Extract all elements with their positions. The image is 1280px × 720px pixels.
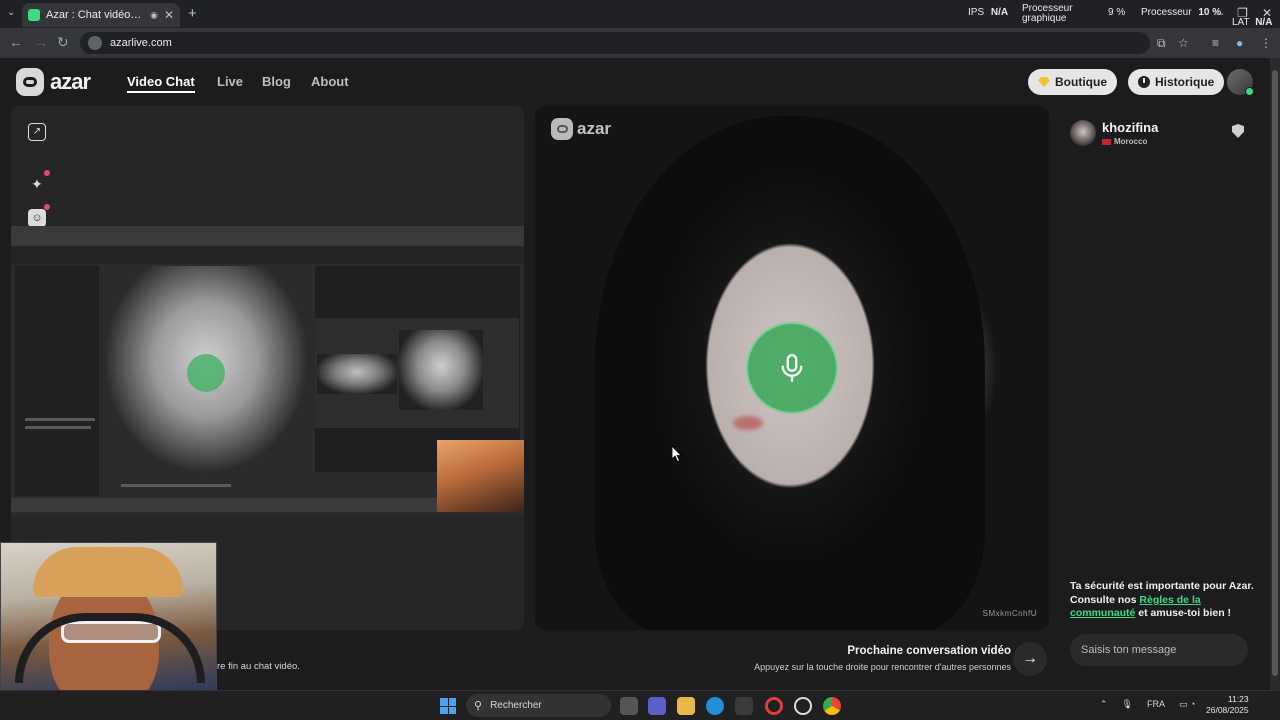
input-language[interactable]: FRA xyxy=(1147,699,1165,710)
opera-icon[interactable] xyxy=(765,697,783,715)
windows-start-icon[interactable] xyxy=(440,698,456,714)
stat-gpu-value: 9 % xyxy=(1108,7,1126,18)
remote-video: azar SMxkmCnhfU xyxy=(535,106,1049,630)
tab-title: Azar : Chat vidéo avec de n xyxy=(46,9,145,21)
clock-icon xyxy=(1138,76,1150,88)
microphone-icon xyxy=(746,322,838,414)
report-shield-icon[interactable] xyxy=(1232,124,1244,138)
nav-live[interactable]: Live xyxy=(217,74,243,89)
sticker-icon[interactable]: ☺ xyxy=(28,209,46,227)
webcam-cap xyxy=(33,547,183,597)
address-bar[interactable]: azarlive.com xyxy=(80,32,1150,54)
partner-name[interactable]: khozifina xyxy=(1102,120,1158,135)
window-controls: – ❐ ✕ xyxy=(1216,6,1272,20)
sticker-notification-dot xyxy=(44,204,50,210)
remote-video-detail xyxy=(733,416,763,430)
close-window-icon[interactable]: ✕ xyxy=(1262,6,1272,20)
gem-icon xyxy=(1038,77,1050,87)
end-chat-hint: re fin au chat vidéo. xyxy=(217,661,300,672)
taskbar-search[interactable]: ⚲ Rechercher xyxy=(466,694,611,717)
page-scrollbar[interactable] xyxy=(1270,58,1280,690)
search-icon: ⚲ xyxy=(474,700,483,712)
mini-text-line xyxy=(25,426,91,429)
mini-mic-icon xyxy=(187,354,225,392)
azar-favicon-icon xyxy=(28,9,40,21)
forward-arrow-icon[interactable]: → xyxy=(34,34,48,50)
effects-sparkle-icon[interactable]: ✦ xyxy=(28,175,46,193)
chrome-icon[interactable] xyxy=(823,697,841,715)
next-conversation-subtitle: Appuyez sur la touche droite pour rencon… xyxy=(754,662,1011,672)
morocco-flag-icon xyxy=(1102,138,1111,145)
history-button[interactable]: Historique xyxy=(1128,69,1225,95)
stat-cpu: Processeur 10 % xyxy=(1141,7,1222,18)
shop-button[interactable]: Boutique xyxy=(1028,69,1117,95)
close-tab-icon[interactable]: ✕ xyxy=(164,8,174,22)
effects-notification-dot xyxy=(44,170,50,176)
browser-tab[interactable]: Azar : Chat vidéo avec de n ◉ ✕ xyxy=(22,3,180,27)
chat-panel: khozifina Morocco Ta sécurité est import… xyxy=(1060,106,1259,630)
expand-icon[interactable]: ↗ xyxy=(28,123,46,141)
tab-list-icon[interactable]: ⌄ xyxy=(7,7,15,18)
safety-notice: Ta sécurité est importante pour Azar. Co… xyxy=(1070,580,1254,619)
nav-video-chat[interactable]: Video Chat xyxy=(127,74,195,93)
stat-ips: IPS N/A xyxy=(968,7,1009,18)
mini-chat-panel xyxy=(15,266,99,496)
site-info-icon[interactable] xyxy=(88,36,102,50)
browser-toolbar: ← → ↻ azarlive.com ⧉ ☆ ≡ ● ⋮ xyxy=(0,28,1280,58)
tray-chevron-icon[interactable]: ⌃ xyxy=(1100,699,1108,710)
screen-share-preview xyxy=(11,226,524,516)
mini-nested-video-small xyxy=(317,354,397,394)
settings-gear-icon[interactable] xyxy=(794,697,812,715)
bookmark-star-icon[interactable]: ☆ xyxy=(1178,36,1189,50)
minimize-icon[interactable]: – xyxy=(1216,6,1223,20)
azar-logo[interactable]: azar xyxy=(16,68,91,96)
logo-text: azar xyxy=(50,69,91,94)
mini-site-header xyxy=(11,246,524,264)
new-tab-button[interactable]: + xyxy=(188,5,197,22)
mini-text-line xyxy=(121,484,231,487)
azar-logo-icon xyxy=(551,118,573,140)
teams-icon[interactable] xyxy=(648,697,666,715)
edge-icon[interactable] xyxy=(706,697,724,715)
mouse-cursor-icon xyxy=(672,446,682,462)
file-explorer-icon[interactable] xyxy=(677,697,695,715)
message-input[interactable] xyxy=(1070,634,1248,666)
user-avatar[interactable] xyxy=(1227,69,1254,96)
reload-icon[interactable]: ↻ xyxy=(57,34,69,51)
network-volume-battery-icon[interactable]: ▭ ◔ xyxy=(1179,699,1195,710)
reading-list-icon[interactable]: ≡ xyxy=(1212,36,1219,50)
video-watermark: SMxkmCnhfU xyxy=(982,609,1037,618)
url-text: azarlive.com xyxy=(110,37,172,49)
next-conversation-button[interactable]: → xyxy=(1013,642,1047,676)
store-icon[interactable] xyxy=(735,697,753,715)
taskbar-clock[interactable]: 11:23 26/08/2025 xyxy=(1206,694,1249,716)
nav-blog[interactable]: Blog xyxy=(262,74,291,89)
tab-media-icon: ◉ xyxy=(150,9,158,20)
system-tray: ⌃ 🎙 FRA ▭ ◔ xyxy=(1100,699,1195,710)
browser-tab-bar: ⌄ Azar : Chat vidéo avec de n ◉ ✕ + IPS … xyxy=(0,0,1280,28)
webcam-headset xyxy=(15,613,205,683)
tray-microphone-icon[interactable]: 🎙 xyxy=(1122,699,1133,710)
mini-text-line xyxy=(25,418,95,421)
profile-icon[interactable]: ● xyxy=(1236,36,1243,50)
azar-logo-icon xyxy=(16,68,44,96)
scrollbar-thumb[interactable] xyxy=(1272,70,1278,676)
windows-taskbar: ⚲ Rechercher ⌃ 🎙 FRA ▭ ◔ 11:23 26/08/202… xyxy=(0,690,1280,720)
partner-country: Morocco xyxy=(1102,137,1147,146)
remote-azar-logo: azar xyxy=(551,118,611,140)
stat-gpu-label: Processeur graphique xyxy=(1022,3,1073,24)
next-conversation-title: Prochaine conversation vidéo xyxy=(847,645,1011,657)
partner-avatar[interactable] xyxy=(1070,120,1096,146)
mini-browser-chrome xyxy=(11,226,524,246)
mini-webcam-feed xyxy=(437,440,524,512)
nav-about[interactable]: About xyxy=(311,74,349,89)
task-view-icon[interactable] xyxy=(620,697,638,715)
back-arrow-icon[interactable]: ← xyxy=(9,34,23,50)
menu-icon[interactable]: ⋮ xyxy=(1260,36,1272,50)
mini-nested-video xyxy=(399,330,483,410)
install-app-icon[interactable]: ⧉ xyxy=(1157,36,1166,51)
maximize-icon[interactable]: ❐ xyxy=(1237,6,1248,20)
